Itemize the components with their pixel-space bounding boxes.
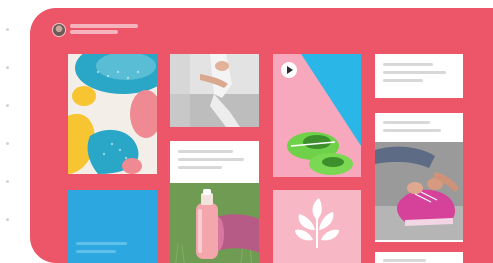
- title-placeholder-bar: [70, 24, 138, 28]
- abstract-art-tile[interactable]: [68, 54, 157, 174]
- dot: [6, 28, 9, 31]
- dot: [6, 66, 9, 69]
- mood-board: [30, 8, 493, 263]
- leaf-icon: [273, 190, 361, 263]
- tying-shoes-tile[interactable]: [375, 113, 463, 242]
- leaf-logo-tile[interactable]: [273, 190, 361, 263]
- text-card[interactable]: [375, 252, 463, 263]
- stretching-photo-icon: [170, 54, 259, 127]
- subtitle-placeholder-bar: [70, 30, 118, 34]
- dot: [6, 142, 9, 145]
- water-bottle-photo-icon: [170, 183, 259, 263]
- water-bottle-photo-tile[interactable]: [170, 183, 259, 263]
- avatar[interactable]: [52, 23, 66, 37]
- play-icon[interactable]: [281, 62, 297, 78]
- text-card[interactable]: [170, 141, 259, 183]
- text-card[interactable]: [375, 54, 463, 98]
- dot: [6, 180, 9, 183]
- dot: [6, 218, 9, 221]
- tying-shoes-photo-icon: [375, 142, 463, 240]
- video-thumbnail-tile[interactable]: [273, 54, 361, 177]
- stretching-photo-tile[interactable]: [170, 54, 259, 127]
- blue-text-card[interactable]: [68, 190, 157, 263]
- abstract-pattern-icon: [68, 54, 157, 174]
- dot: [6, 104, 9, 107]
